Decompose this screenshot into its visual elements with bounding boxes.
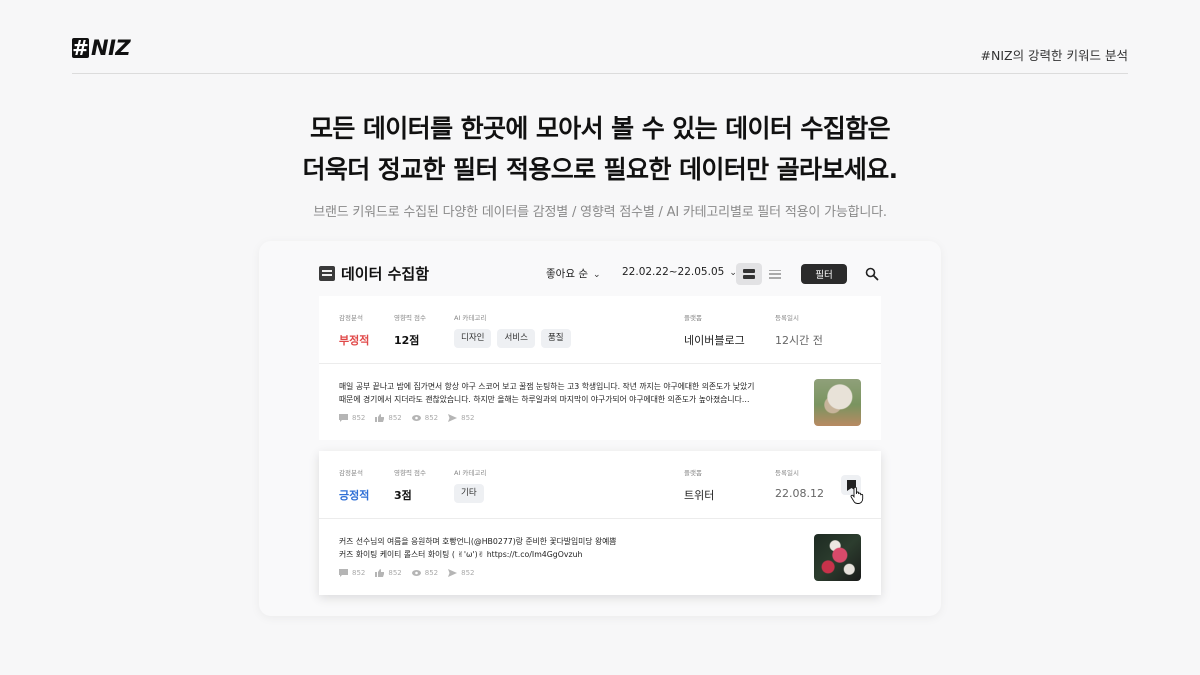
- category-chip[interactable]: 서비스: [497, 329, 535, 348]
- like-count: 852: [388, 414, 402, 422]
- view-count: 852: [424, 569, 439, 577]
- hash-logo-icon: #: [72, 36, 89, 60]
- comment-icon: [339, 569, 348, 577]
- like-count: 852: [388, 569, 402, 577]
- post-text-line: 커즈 선수님의 여름을 응원하며 호빵언니(@HB0277)랑 준비한 꽃다발입…: [339, 537, 617, 546]
- post-text-line: 커즈 화이팅 케이티 롤스터 화이팅 ( ✌'ω')✌ https://t.co…: [339, 550, 583, 559]
- view-stat: 852: [411, 569, 439, 577]
- category-chip[interactable]: 품질: [540, 329, 571, 348]
- share-count: 852: [461, 414, 475, 422]
- date-range-dropdown[interactable]: 22.02.22~22.05.05 ⌄: [622, 266, 737, 278]
- platform-value: 네이버블로그: [684, 334, 745, 347]
- hero-subtitle: 브랜드 키워드로 수집된 다양한 데이터를 감정별 / 영향력 점수별 / AI…: [313, 205, 887, 220]
- data-inbox-panel: 데이터 수집함 좋아요 순 ⌄ 22.02.22~22.05.05 ⌄ 필터 감정분…: [259, 241, 941, 616]
- share-count: 852: [461, 569, 475, 577]
- hero-title-line1: 모든 데이터를 한곳에 모아서 볼 수 있는 데이터 수집함은: [309, 114, 891, 143]
- list-view-icon: [769, 269, 781, 279]
- sentiment-label: 감정분석: [339, 469, 363, 477]
- date-range-label: 22.02.22~22.05.05: [622, 266, 725, 278]
- inbox-title: 데이터 수집함: [319, 263, 429, 284]
- inbox-title-text: 데이터 수집함: [341, 265, 430, 283]
- hand-cursor-icon: [850, 487, 864, 504]
- niz-logo[interactable]: # NIZ: [72, 36, 131, 60]
- score-value: 3점: [394, 489, 412, 502]
- platform-label: 플랫폼: [684, 469, 702, 477]
- category-chips: 디자인 서비스 품질: [454, 329, 571, 348]
- hero-title: 모든 데이터를 한곳에 모아서 볼 수 있는 데이터 수집함은 더욱더 정교한 …: [0, 108, 1200, 190]
- post-excerpt: 매일 공부 끝나고 밤에 집가면서 항상 야구 스코어 보고 꿀잼 눈팅하는 고…: [339, 380, 759, 406]
- post-stats: 852 852 852 852: [339, 569, 475, 577]
- eye-icon: [411, 415, 421, 421]
- sort-label: 좋아요 순: [546, 268, 588, 280]
- share-stat: 852: [448, 414, 475, 422]
- score-value: 12점: [394, 334, 420, 347]
- view-stat: 852: [411, 414, 439, 422]
- ai-category-label: AI 카테고리: [454, 469, 487, 477]
- post-stats: 852 852 852 852: [339, 414, 475, 422]
- comment-count: 852: [352, 569, 366, 577]
- comment-stat: 852: [339, 569, 365, 577]
- sentiment-label: 감정분석: [339, 314, 363, 322]
- like-stat: 852: [375, 414, 402, 422]
- comment-stat: 852: [339, 414, 365, 422]
- eye-icon: [411, 570, 421, 576]
- date-label: 등록일시: [775, 469, 799, 477]
- category-chip[interactable]: 디자인: [454, 329, 492, 348]
- logo-text: NIZ: [91, 36, 131, 60]
- score-label: 영향력 점수: [394, 314, 426, 322]
- card-meta: 감정분석 영향력 점수 AI 카테고리 플랫폼 등록일시 긍정적 3점 기타 트…: [319, 451, 881, 519]
- platform-value: 트위터: [684, 489, 715, 502]
- date-value: 22.08.12: [775, 487, 824, 500]
- folder-icon: [319, 266, 335, 281]
- category-chips: 기타: [454, 484, 484, 503]
- comment-count: 852: [352, 414, 366, 422]
- share-icon: [448, 414, 458, 422]
- category-chip[interactable]: 기타: [454, 484, 484, 503]
- hero-title-line2: 더욱더 정교한 필터 적용으로 필요한 데이터만 골라보세요.: [302, 155, 898, 184]
- card-view-icon: [743, 269, 755, 279]
- list-view-button[interactable]: [762, 263, 788, 285]
- data-card[interactable]: 감정분석 영향력 점수 AI 카테고리 플랫폼 등록일시 긍정적 3점 기타 트…: [319, 451, 881, 595]
- view-count: 852: [424, 414, 439, 422]
- post-thumbnail[interactable]: [814, 379, 861, 426]
- post-excerpt: 커즈 선수님의 여름을 응원하며 호빵언니(@HB0277)랑 준비한 꽃다발입…: [339, 535, 759, 561]
- share-stat: 852: [448, 569, 475, 577]
- comment-icon: [339, 414, 348, 422]
- card-view-button[interactable]: [736, 263, 762, 285]
- site-header: # NIZ #NIZ의 강력한 키워드 분석: [72, 36, 1128, 74]
- post-text-line: 매일 공부 끝나고 밤에 집가면서 항상 야구 스코어 보고 꿀잼 눈팅하는 고…: [339, 382, 755, 391]
- thumbs-up-icon: [375, 414, 385, 422]
- filter-button[interactable]: 필터: [801, 264, 847, 284]
- share-icon: [448, 569, 458, 577]
- chevron-down-icon: ⌄: [592, 270, 601, 280]
- post-text-line: 때문에 경기에서 지더라도 괜찮았습니다. 하지만 올해는 하루일과의 마지막이…: [339, 395, 750, 404]
- date-label: 등록일시: [775, 314, 799, 322]
- ai-category-label: AI 카테고리: [454, 314, 487, 322]
- sort-dropdown[interactable]: 좋아요 순 ⌄: [546, 266, 601, 281]
- card-meta: 감정분석 영향력 점수 AI 카테고리 플랫폼 등록일시 부정적 12점 디자인…: [319, 296, 881, 364]
- data-card[interactable]: 감정분석 영향력 점수 AI 카테고리 플랫폼 등록일시 부정적 12점 디자인…: [319, 296, 881, 440]
- score-label: 영향력 점수: [394, 469, 426, 477]
- post-thumbnail[interactable]: [814, 534, 861, 581]
- inbox-toolbar: 데이터 수집함 좋아요 순 ⌄ 22.02.22~22.05.05 ⌄ 필터: [319, 263, 881, 285]
- header-tagline: #NIZ의 강력한 키워드 분석: [980, 48, 1129, 63]
- sentiment-value: 긍정적: [339, 489, 370, 502]
- like-stat: 852: [375, 569, 402, 577]
- sentiment-value: 부정적: [339, 334, 370, 347]
- search-icon[interactable]: [865, 267, 879, 281]
- date-value: 12시간 전: [775, 334, 823, 347]
- thumbs-up-icon: [375, 569, 385, 577]
- view-toggle: [736, 263, 788, 285]
- platform-label: 플랫폼: [684, 314, 702, 322]
